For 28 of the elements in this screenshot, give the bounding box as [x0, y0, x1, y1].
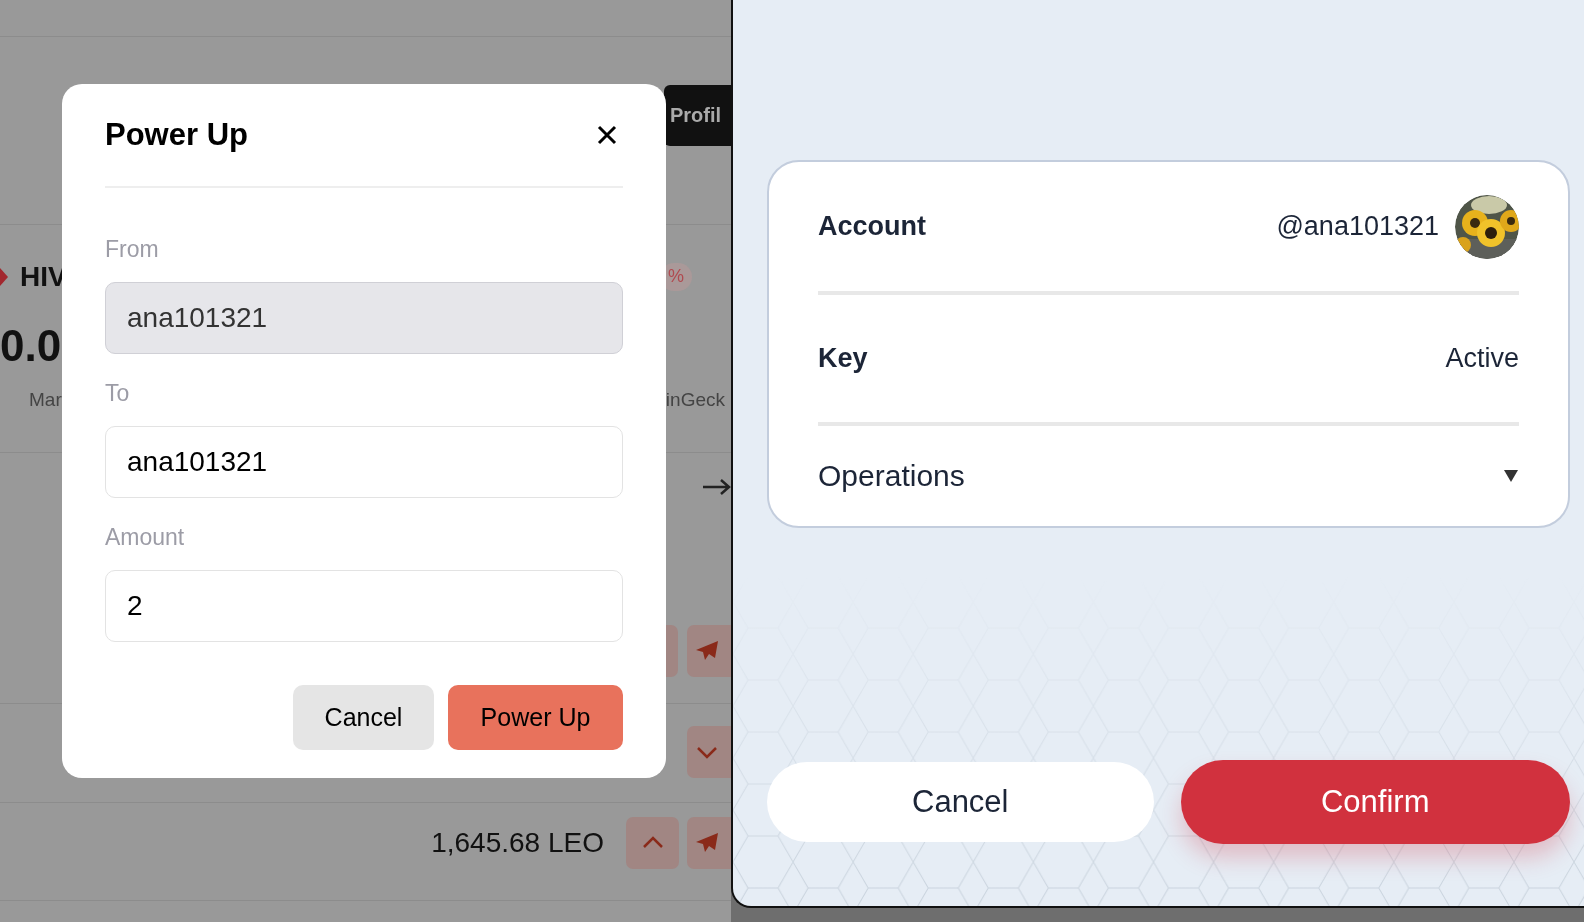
- caret-icon[interactable]: [1504, 470, 1518, 482]
- field-label: Amount: [105, 524, 186, 550]
- send-button[interactable]: [687, 817, 731, 869]
- collapse-button[interactable]: [687, 726, 731, 778]
- confirm-button[interactable]: Confirm: [1180, 760, 1570, 844]
- field-label: To: [105, 380, 131, 406]
- balance-amount: 1,645.68 LEO: [431, 827, 604, 859]
- market-label: Mar: [29, 389, 62, 411]
- close-icon[interactable]: [597, 125, 617, 145]
- row-label: Key: [818, 343, 868, 374]
- diamond-icon: [0, 266, 10, 288]
- profile-button[interactable]: Profil: [664, 85, 731, 146]
- account-name: @ana101321: [1276, 211, 1439, 242]
- arrow-right-icon[interactable]: [703, 479, 731, 495]
- source-label: inGeck: [665, 389, 725, 411]
- send-button[interactable]: [687, 625, 731, 677]
- field-label: From: [105, 236, 160, 262]
- input-field[interactable]: 2: [105, 570, 623, 642]
- operations-toggle[interactable]: Operations: [818, 459, 965, 493]
- key-value: Active: [1445, 343, 1519, 374]
- input-field[interactable]: ana101321: [105, 426, 623, 498]
- power-up-button[interactable]: Power Up: [448, 685, 623, 750]
- token-price: 0.0: [0, 321, 63, 371]
- row-label: Account: [818, 211, 926, 242]
- cancel-button[interactable]: Cancel: [767, 762, 1154, 842]
- dialog-title: Power Up: [105, 117, 248, 153]
- power-up-button[interactable]: [626, 817, 679, 869]
- cancel-button[interactable]: Cancel: [293, 685, 434, 750]
